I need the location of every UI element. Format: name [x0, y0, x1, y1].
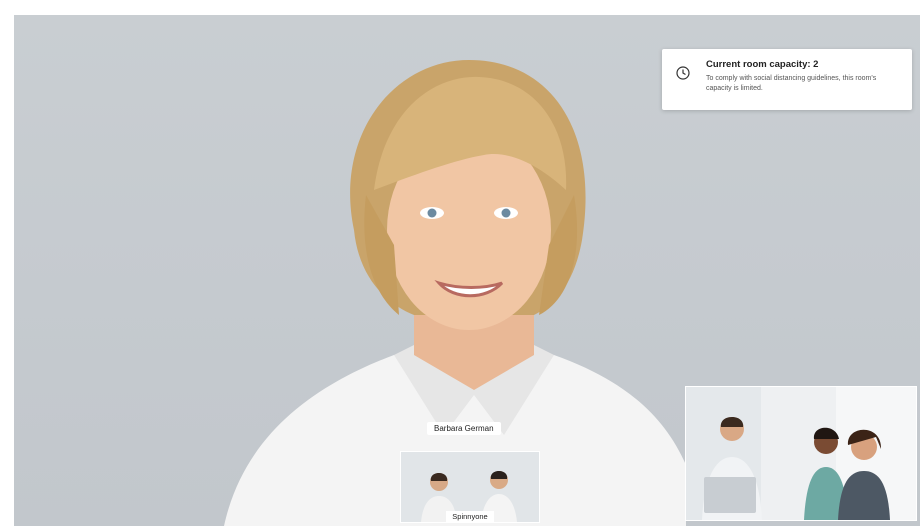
room-capacity-notification: Current room capacity: 2 To comply with … [662, 49, 912, 110]
clock-icon [676, 66, 690, 80]
notification-body: To comply with social distancing guideli… [706, 75, 877, 92]
video-stage: Current room capacity: 2 To comply with … [14, 15, 920, 526]
participant-tile-label: Spinnyone [400, 511, 540, 522]
speaker-name-tag: Barbara German [427, 422, 501, 435]
participant-tile[interactable] [685, 386, 917, 521]
participant-video [686, 387, 916, 520]
notification-title: Current room capacity: 2 [706, 59, 819, 70]
